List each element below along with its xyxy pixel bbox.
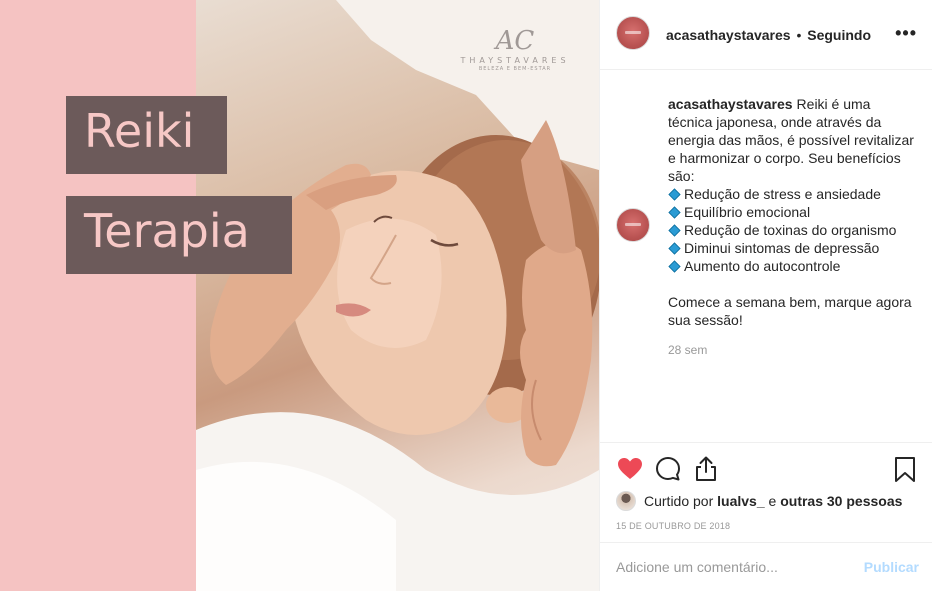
instagram-post: AC THAYSTAVARES BELEZA E BEM-ESTAR Reiki… (0, 0, 932, 591)
bullet-text: Redução de toxinas do organismo (684, 222, 897, 238)
liked-by-user[interactable]: lualvs_ (717, 493, 764, 509)
add-comment-section: Publicar (600, 542, 932, 591)
liked-by-prefix: Curtido por (644, 493, 714, 509)
bullet-text: Equilíbrio emocional (684, 204, 811, 220)
heart-icon[interactable] (616, 455, 644, 483)
action-icons-row (616, 455, 919, 483)
caption-avatar[interactable] (616, 208, 650, 242)
blue-diamond-icon (668, 223, 681, 237)
likes-summary: Curtido por lualvs_ e outras 30 pessoas (616, 491, 902, 511)
publish-button[interactable]: Publicar (864, 557, 919, 577)
blue-diamond-icon (668, 187, 681, 201)
list-item: Diminui sintomas de depressão (668, 239, 914, 257)
post-details-panel: acasathaystavares • Seguindo ••• acasath… (599, 0, 932, 591)
reiki-photo (196, 0, 599, 591)
more-horizontal-icon[interactable]: ••• (895, 24, 917, 42)
liked-by-connector: e (768, 493, 777, 509)
avatar[interactable] (616, 16, 650, 50)
pink-background-band (0, 0, 196, 591)
caption-username[interactable]: acasathaystavares (668, 96, 793, 112)
watermark-monogram: AC (495, 26, 535, 56)
share-icon[interactable] (692, 455, 720, 483)
separator-dot: • (796, 27, 802, 43)
bullet-text: Redução de stress e ansiedade (684, 186, 881, 202)
post-actions: Curtido por lualvs_ e outras 30 pessoas … (600, 442, 932, 542)
bullet-text: Diminui sintomas de depressão (684, 240, 880, 256)
caption-area: acasathaystavares Reiki é uma técnica jap… (600, 70, 932, 442)
blue-diamond-icon (668, 259, 681, 273)
image-title-reiki: Reiki (66, 96, 227, 174)
header-user-info: acasathaystavares • Seguindo (666, 26, 871, 44)
post-image[interactable]: AC THAYSTAVARES BELEZA E BEM-ESTAR Reiki… (0, 0, 599, 591)
image-title-terapia: Terapia (66, 196, 292, 274)
caption-outro: Comece a semana bem, marque agora sua se… (668, 294, 912, 328)
bullet-text: Aumento do autocontrole (684, 258, 841, 274)
comment-input[interactable] (616, 557, 856, 577)
list-item: Equilíbrio emocional (668, 203, 914, 221)
caption-time-ago[interactable]: 28 sem (668, 341, 914, 359)
list-item: Aumento do autocontrole (668, 257, 914, 275)
caption-text: acasathaystavares Reiki é uma técnica jap… (668, 95, 914, 359)
brand-watermark: AC THAYSTAVARES BELEZA E BEM-ESTAR (460, 28, 570, 72)
post-header: acasathaystavares • Seguindo ••• (600, 0, 932, 70)
comment-icon[interactable] (654, 455, 682, 483)
liked-by-others[interactable]: outras 30 pessoas (780, 493, 902, 509)
list-item: Redução de toxinas do organismo (668, 221, 914, 239)
watermark-subtitle: BELEZA E BEM-ESTAR (478, 66, 552, 72)
liker-avatar[interactable] (616, 491, 636, 511)
bookmark-icon[interactable] (891, 455, 919, 483)
blue-diamond-icon (668, 205, 681, 219)
header-username[interactable]: acasathaystavares (666, 27, 791, 43)
blue-diamond-icon (668, 241, 681, 255)
post-date[interactable]: 15 DE OUTUBRO DE 2018 (616, 521, 730, 531)
watermark-name: THAYSTAVARES (460, 56, 570, 65)
following-button[interactable]: Seguindo (807, 27, 871, 43)
list-item: Redução de stress e ansiedade (668, 185, 914, 203)
